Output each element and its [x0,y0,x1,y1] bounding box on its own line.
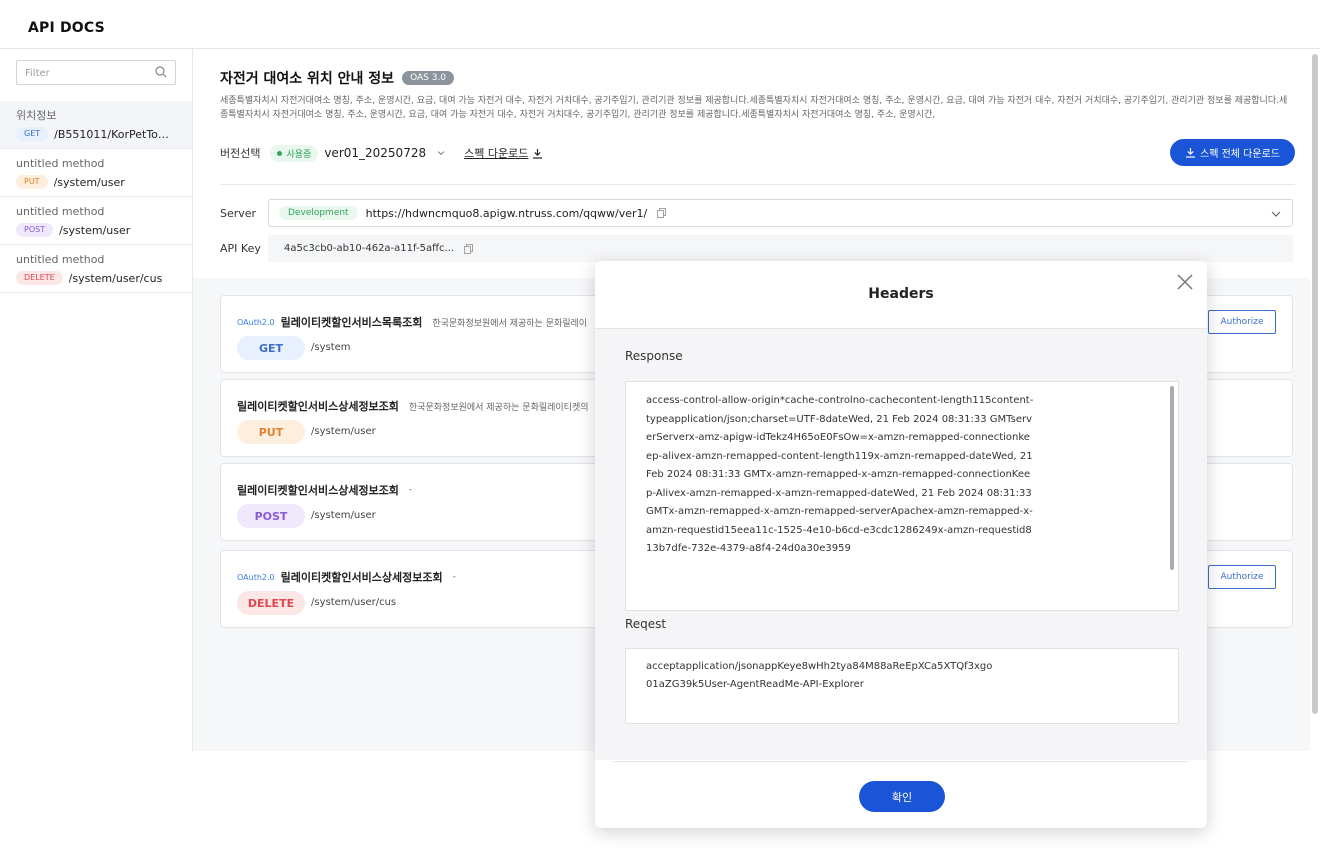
oas-badge: OAS 3.0 [402,71,455,85]
request-headers-box[interactable]: acceptapplication/jsonappKeye8wHh2tya84M… [625,648,1179,724]
request-headers-text: acceptapplication/jsonappKeye8wHh2tya84M… [646,661,993,690]
version-status-badge: 사용중 [270,144,319,162]
endpoint-title: 릴레이티켓할인서비스상세정보조회 [280,571,443,584]
headers-modal: Headers Response access-control-allow-or… [595,261,1207,828]
response-label: Response [625,349,683,363]
endpoint-description: - [452,572,456,582]
endpoint-title: 릴레이티켓할인서비스목록조회 [280,316,423,329]
env-badge: Development [279,206,358,220]
chevron-down-icon[interactable] [436,148,446,158]
copy-icon[interactable] [657,208,667,218]
app-title: API DOCS [28,20,105,36]
api-key-row: API Key 4a5c3cb0-ab10-462a-a11f-5affc... [220,235,1293,262]
method-badge-delete: DELETE [237,591,305,615]
modal-body: Response access-control-allow-origin*cac… [595,328,1207,760]
divider [613,761,1189,762]
method-list: 위치정보 GET /B551011/KorPetTourService unti… [0,101,192,293]
close-icon[interactable] [1175,272,1195,292]
confirm-button[interactable]: 확인 [859,781,945,812]
method-badge-put: PUT [16,175,48,189]
sidebar-item-title: untitled method [16,205,105,218]
server-url: https://hdwncmquo8.apigw.ntruss.com/qqww… [365,206,648,220]
server-label: Server [220,206,257,220]
search-icon[interactable] [155,66,167,78]
sidebar-item-location[interactable]: 위치정보 GET /B551011/KorPetTourService [0,101,192,149]
download-icon [1186,148,1196,158]
oauth-label: OAuth2.0 [237,572,275,582]
sidebar-item-delete[interactable]: untitled method DELETE /system/user/cus [0,245,192,293]
endpoint-title: 릴레이티켓할인서비스상세정보조회 [237,400,399,413]
sidebar-item-post[interactable]: untitled method POST /system/user [0,197,192,245]
chevron-down-icon[interactable] [1270,208,1282,220]
sidebar-item-path: /system/user [53,175,125,189]
filter-input[interactable] [17,62,147,85]
endpoint-path: /system/user [311,426,376,437]
top-bar: API DOCS [0,0,1320,49]
spec-download-link[interactable]: 스펙 다운로드 [464,145,543,161]
download-icon [533,148,543,159]
sidebar-item-title: untitled method [16,157,105,170]
response-headers-text: access-control-allow-origin*cache-contro… [646,395,1034,554]
endpoint-path: /system [311,342,351,353]
api-title: 자전거 대여소 위치 안내 정보 [220,71,395,87]
request-label: Reqest [625,617,667,631]
sidebar-item-title: untitled method [16,253,105,266]
version-select[interactable]: ver01_20250728 [324,146,426,160]
server-select[interactable]: Development https://hdwncmquo8.apigw.ntr… [268,199,1293,227]
spec-download-all-button[interactable]: 스펙 전체 다운로드 [1170,139,1295,166]
response-scrollbar[interactable] [1170,386,1174,570]
authorize-button[interactable]: Authorize [1208,565,1276,589]
sidebar: 위치정보 GET /B551011/KorPetTourService unti… [0,49,193,751]
endpoint-title: 릴레이티켓할인서비스상세정보조회 [237,484,399,497]
method-badge-get: GET [16,127,49,141]
response-headers-box[interactable]: access-control-allow-origin*cache-contro… [625,381,1179,611]
server-row: Server Development https://hdwncmquo8.ap… [220,199,1293,227]
filter-box[interactable] [16,60,176,85]
sidebar-item-path: /system/user [59,223,131,237]
method-badge-put: PUT [237,420,305,444]
copy-icon[interactable] [464,243,473,254]
method-badge-post: POST [16,223,54,237]
modal-title: Headers [868,286,934,302]
method-badge-get: GET [237,336,305,360]
endpoint-description: 한국문화정보원에서 제공하는 문화릴레이 [432,318,588,329]
endpoint-description: 한국문화정보원에서 제공하는 문화릴레이티켓의 [408,402,589,413]
status-dot-icon [277,150,283,156]
oauth-label: OAuth2.0 [237,317,275,327]
endpoint-path: /system/user [311,510,376,521]
version-row: 버전선택 사용중 ver01_20250728 스펙 다운로드 스펙 전체 다운… [220,139,1295,166]
divider [220,184,1295,185]
api-key-value: 4a5c3cb0-ab10-462a-a11f-5affc... [284,243,455,254]
version-label: 버전선택 [220,147,261,160]
method-badge-delete: DELETE [16,271,63,285]
api-key-field[interactable]: 4a5c3cb0-ab10-462a-a11f-5affc... [268,235,1293,262]
api-description: 세종특별자치시 자전거대여소 명칭, 주소, 운영시간, 요금, 대여 가능 자… [220,96,1288,120]
endpoint-path: /system/user/cus [311,597,397,608]
endpoint-description: - [408,485,413,495]
sidebar-item-path: /system/user/cus [68,271,163,285]
page-scrollbar[interactable] [1312,54,1318,714]
method-badge-post: POST [237,504,305,528]
sidebar-item-put[interactable]: untitled method PUT /system/user [0,149,192,197]
api-key-label: API Key [220,242,261,255]
authorize-button[interactable]: Authorize [1208,310,1276,334]
sidebar-item-title: 위치정보 [16,109,57,122]
sidebar-item-path: /B551011/KorPetTourService [54,127,174,141]
